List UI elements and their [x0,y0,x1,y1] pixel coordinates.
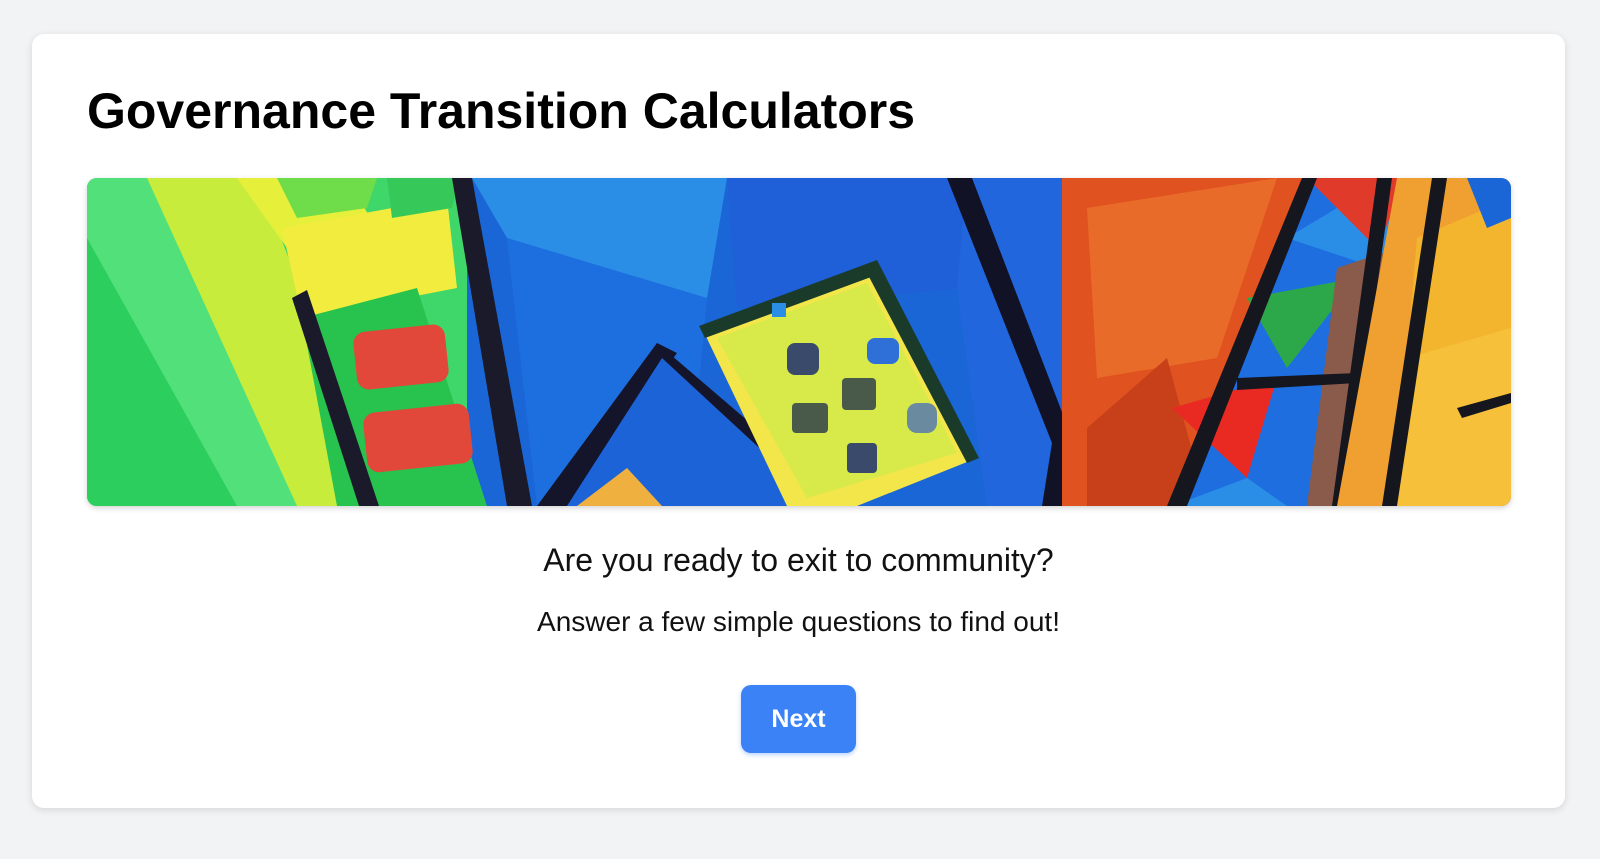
page-title: Governance Transition Calculators [87,83,916,139]
next-button[interactable]: Next [741,685,856,753]
instruction-text: Answer a few simple questions to find ou… [537,606,1060,637]
main-card: Governance Transition Calculators Are yo… [32,34,1565,808]
question-text: Are you ready to exit to community? [543,542,1054,578]
abstract-painting-image [87,178,1511,506]
hero-image [87,178,1511,506]
